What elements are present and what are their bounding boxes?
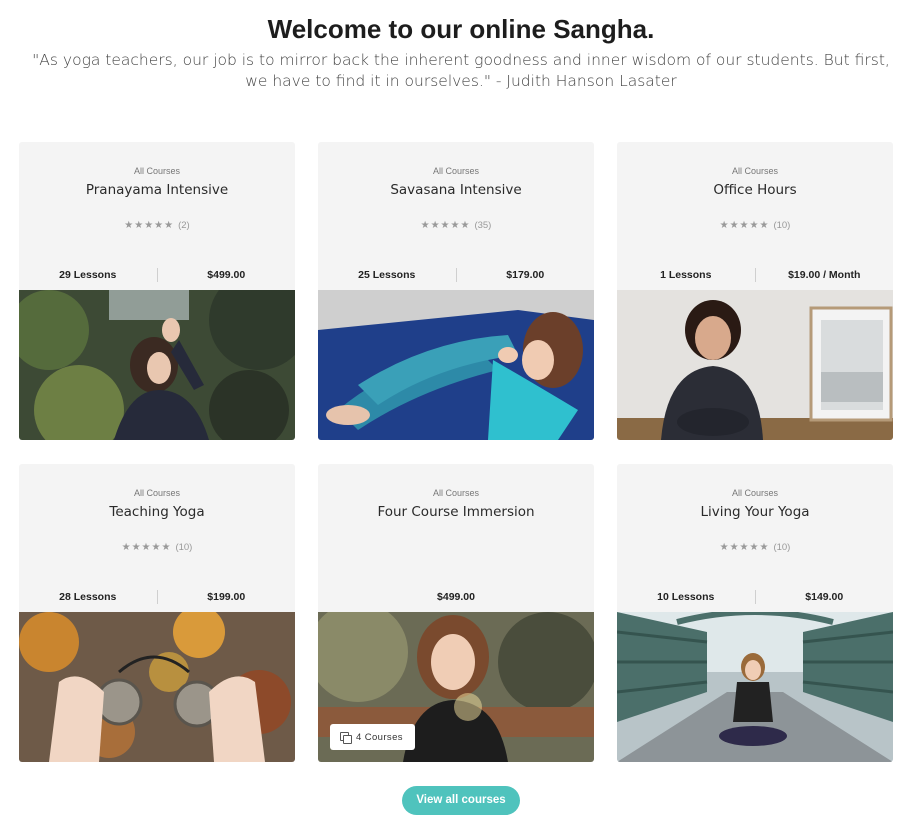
rating-count: (2) bbox=[178, 220, 190, 231]
course-card[interactable]: All Courses Teaching Yoga ★★★★★ (10) 28 L… bbox=[19, 464, 295, 762]
rating-count: (10) bbox=[773, 542, 791, 553]
course-card-info: All Courses Pranayama Intensive ★★★★★ (2)… bbox=[19, 142, 295, 290]
course-card[interactable]: All Courses Four Course Immersion $499.0… bbox=[318, 464, 594, 762]
course-meta: 29 Lessons $499.00 bbox=[19, 268, 295, 282]
course-image[interactable] bbox=[19, 612, 295, 762]
course-price: $179.00 bbox=[506, 269, 545, 281]
lesson-count: 28 Lessons bbox=[59, 591, 117, 603]
course-image[interactable] bbox=[19, 290, 295, 440]
course-rating: ★★★★★ (10) bbox=[617, 542, 893, 553]
page-quote: "As yoga teachers, our job is to mirror … bbox=[32, 51, 890, 90]
rating-count: (10) bbox=[773, 220, 791, 231]
lesson-count: 25 Lessons bbox=[358, 269, 416, 281]
course-category[interactable]: All Courses bbox=[318, 166, 594, 176]
course-card-info: All Courses Living Your Yoga ★★★★★ (10) 1… bbox=[617, 464, 893, 612]
course-price: $499.00 bbox=[437, 591, 475, 603]
course-rating: ★★★★★ (35) bbox=[318, 220, 594, 231]
badge-label: 4 Courses bbox=[356, 731, 403, 743]
course-price: $499.00 bbox=[207, 269, 246, 281]
lesson-count: 29 Lessons bbox=[59, 269, 117, 281]
course-meta: 28 Lessons $199.00 bbox=[19, 590, 295, 604]
page-title: Welcome to our online Sangha. bbox=[267, 14, 655, 44]
course-title[interactable]: Four Course Immersion bbox=[318, 504, 594, 520]
course-price: $199.00 bbox=[207, 591, 246, 603]
star-rating-icon: ★★★★★ bbox=[719, 542, 770, 553]
course-meta: 1 Lessons $19.00 / Month bbox=[617, 268, 893, 282]
view-all-wrapper: View all courses bbox=[0, 786, 922, 815]
course-meta: 25 Lessons $179.00 bbox=[318, 268, 594, 282]
course-grid: All Courses Pranayama Intensive ★★★★★ (2)… bbox=[19, 142, 895, 762]
lesson-count: 10 Lessons bbox=[657, 591, 715, 603]
course-category[interactable]: All Courses bbox=[19, 166, 295, 176]
page-header: Welcome to our online Sangha. "As yoga t… bbox=[0, 14, 922, 92]
course-image[interactable] bbox=[617, 612, 893, 762]
course-category[interactable]: All Courses bbox=[617, 166, 893, 176]
course-card[interactable]: All Courses Living Your Yoga ★★★★★ (10) 1… bbox=[617, 464, 893, 762]
course-card-info: All Courses Teaching Yoga ★★★★★ (10) 28 L… bbox=[19, 464, 295, 612]
view-all-courses-button[interactable]: View all courses bbox=[402, 786, 520, 815]
course-rating: ★★★★★ (10) bbox=[19, 542, 295, 553]
course-title[interactable]: Pranayama Intensive bbox=[19, 182, 295, 198]
course-rating: ★★★★★ (10) bbox=[617, 220, 893, 231]
course-card-info: All Courses Office Hours ★★★★★ (10) 1 Les… bbox=[617, 142, 893, 290]
course-image[interactable] bbox=[318, 290, 594, 440]
course-price: $19.00 / Month bbox=[788, 269, 861, 281]
course-card[interactable]: All Courses Office Hours ★★★★★ (10) 1 Les… bbox=[617, 142, 893, 440]
course-meta: $499.00 bbox=[318, 590, 594, 604]
course-title[interactable]: Savasana Intensive bbox=[318, 182, 594, 198]
course-title[interactable]: Living Your Yoga bbox=[617, 504, 893, 520]
lesson-count: 1 Lessons bbox=[660, 269, 712, 281]
course-category[interactable]: All Courses bbox=[318, 488, 594, 498]
course-title[interactable]: Teaching Yoga bbox=[19, 504, 295, 520]
course-rating: ★★★★★ (2) bbox=[19, 220, 295, 231]
rating-count: (10) bbox=[175, 542, 193, 553]
copy-icon bbox=[340, 732, 352, 744]
course-category[interactable]: All Courses bbox=[617, 488, 893, 498]
course-count-badge: 4 Courses bbox=[330, 724, 415, 750]
star-rating-icon: ★★★★★ bbox=[121, 542, 172, 553]
course-card-info: All Courses Savasana Intensive ★★★★★ (35)… bbox=[318, 142, 594, 290]
star-rating-icon: ★★★★★ bbox=[719, 220, 770, 231]
star-rating-icon: ★★★★★ bbox=[420, 220, 471, 231]
course-image[interactable] bbox=[617, 290, 893, 440]
star-rating-icon: ★★★★★ bbox=[124, 220, 175, 231]
course-card[interactable]: All Courses Pranayama Intensive ★★★★★ (2)… bbox=[19, 142, 295, 440]
course-category[interactable]: All Courses bbox=[19, 488, 295, 498]
course-card-info: All Courses Four Course Immersion $499.0… bbox=[318, 464, 594, 612]
course-meta: 10 Lessons $149.00 bbox=[617, 590, 893, 604]
course-card[interactable]: All Courses Savasana Intensive ★★★★★ (35)… bbox=[318, 142, 594, 440]
course-title[interactable]: Office Hours bbox=[617, 182, 893, 198]
rating-count: (35) bbox=[474, 220, 492, 231]
course-price: $149.00 bbox=[805, 591, 844, 603]
